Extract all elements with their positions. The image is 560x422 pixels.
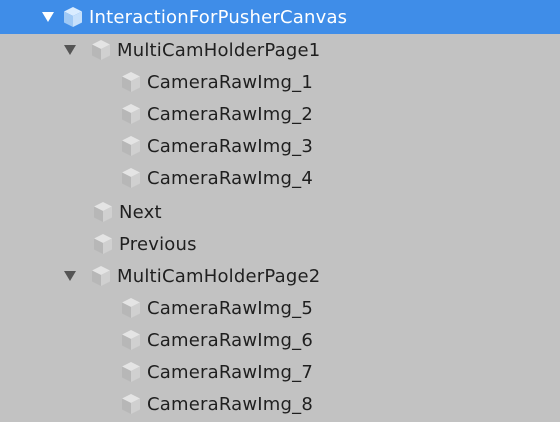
hierarchy-item-label: CameraRawImg_2 <box>147 103 314 125</box>
hierarchy-panel: InteractionForPusherCanvas MultiCamHolde… <box>0 0 560 422</box>
gameobject-cube-icon <box>91 232 115 256</box>
hierarchy-item-label: Previous <box>119 233 197 255</box>
gameobject-cube-icon <box>119 328 143 352</box>
hierarchy-item-root[interactable]: InteractionForPusherCanvas <box>0 0 560 34</box>
gameobject-cube-icon <box>61 5 85 29</box>
gameobject-cube-icon <box>119 296 143 320</box>
hierarchy-item-label: Next <box>119 201 162 223</box>
hierarchy-item-label: CameraRawImg_8 <box>147 393 314 415</box>
gameobject-cube-icon <box>119 392 143 416</box>
gameobject-cube-icon <box>119 102 143 126</box>
hierarchy-item-label: CameraRawImg_7 <box>147 361 314 383</box>
hierarchy-item-camera-raw-img[interactable]: CameraRawImg_6 <box>0 324 560 356</box>
hierarchy-item-page2[interactable]: MultiCamHolderPage2 <box>0 260 560 292</box>
hierarchy-item-label: CameraRawImg_4 <box>147 167 314 189</box>
hierarchy-item-label: CameraRawImg_6 <box>147 329 314 351</box>
hierarchy-item-camera-raw-img[interactable]: CameraRawImg_8 <box>0 388 560 420</box>
hierarchy-item-label: CameraRawImg_1 <box>147 71 314 93</box>
gameobject-cube-icon <box>119 166 143 190</box>
hierarchy-item-camera-raw-img[interactable]: CameraRawImg_4 <box>0 162 560 194</box>
gameobject-cube-icon <box>89 264 113 288</box>
hierarchy-item-next[interactable]: Next <box>0 196 560 228</box>
hierarchy-item-label: CameraRawImg_3 <box>147 135 314 157</box>
hierarchy-item-label: InteractionForPusherCanvas <box>89 6 348 28</box>
gameobject-cube-icon <box>119 70 143 94</box>
gameobject-cube-icon <box>119 360 143 384</box>
hierarchy-item-camera-raw-img[interactable]: CameraRawImg_7 <box>0 356 560 388</box>
gameobject-cube-icon <box>119 134 143 158</box>
hierarchy-item-page1[interactable]: MultiCamHolderPage1 <box>0 34 560 66</box>
foldout-expanded-icon[interactable] <box>61 267 79 285</box>
hierarchy-item-label: MultiCamHolderPage1 <box>117 39 321 61</box>
hierarchy-item-camera-raw-img[interactable]: CameraRawImg_3 <box>0 130 560 162</box>
gameobject-cube-icon <box>89 38 113 62</box>
hierarchy-item-label: CameraRawImg_5 <box>147 297 314 319</box>
hierarchy-item-camera-raw-img[interactable]: CameraRawImg_5 <box>0 292 560 324</box>
foldout-expanded-icon[interactable] <box>39 8 57 26</box>
hierarchy-item-camera-raw-img[interactable]: CameraRawImg_1 <box>0 66 560 98</box>
foldout-expanded-icon[interactable] <box>61 41 79 59</box>
hierarchy-item-previous[interactable]: Previous <box>0 228 560 260</box>
hierarchy-item-camera-raw-img[interactable]: CameraRawImg_2 <box>0 98 560 130</box>
hierarchy-item-label: MultiCamHolderPage2 <box>117 265 321 287</box>
gameobject-cube-icon <box>91 200 115 224</box>
